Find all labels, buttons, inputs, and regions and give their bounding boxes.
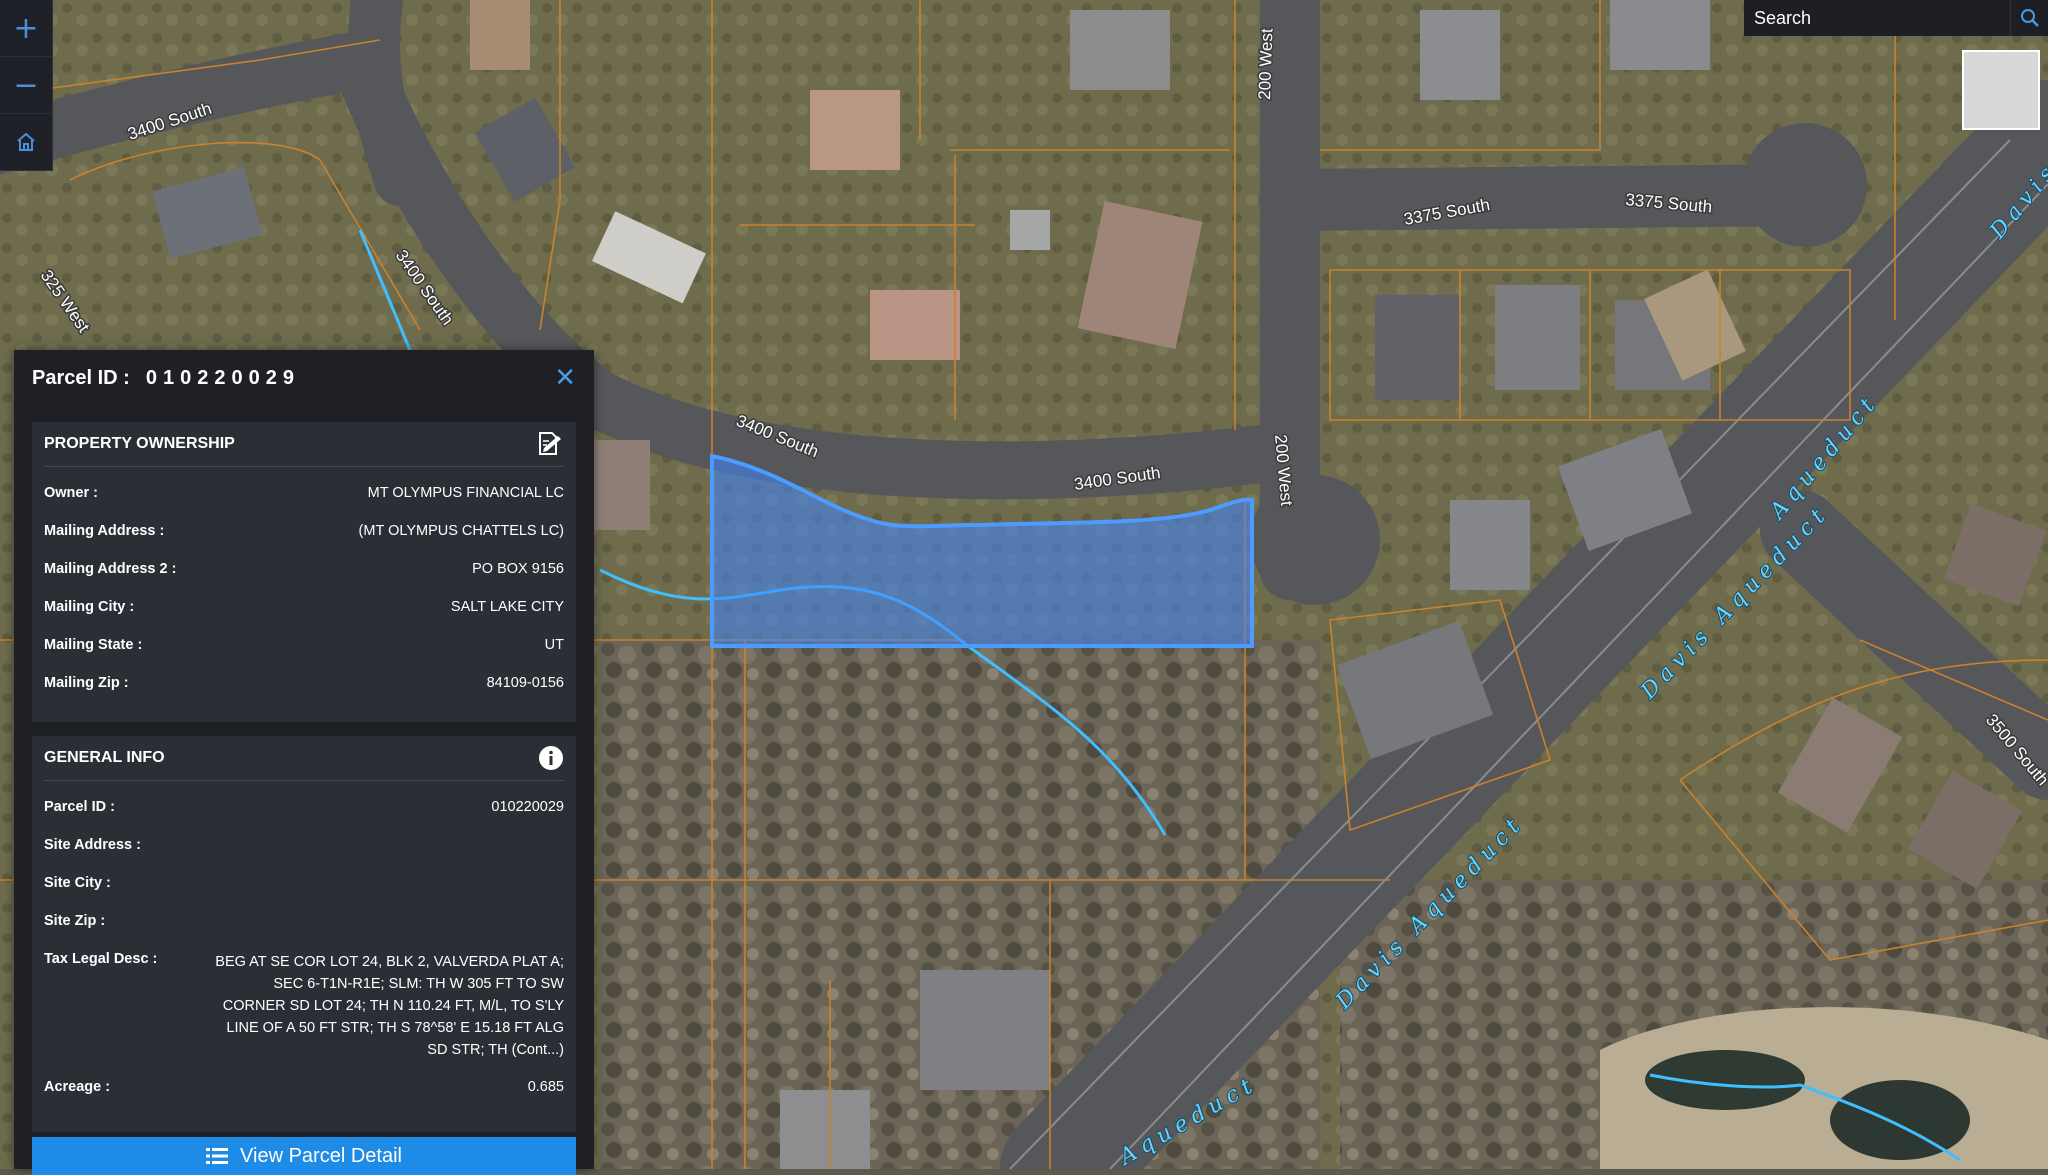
mailing-state-row: Mailing State : UT	[44, 629, 564, 667]
acreage-row: Acreage : 0.685	[44, 1071, 564, 1109]
popup-header: Parcel ID : 010220029 ✕	[14, 350, 594, 406]
mailing-zip-value: 84109-0156	[486, 675, 564, 691]
site-address-label: Site Address :	[44, 837, 141, 853]
owner-row: Owner : MT OLYMPUS FINANCIAL LC	[44, 477, 564, 515]
mailing-zip-row: Mailing Zip : 84109-0156	[44, 667, 564, 705]
parcel-id-value: 010220029	[491, 799, 564, 815]
search-placeholder: Search	[1754, 7, 1812, 28]
view-parcel-detail-button[interactable]: View Parcel Detail	[32, 1137, 576, 1175]
site-address-row: Site Address :	[44, 829, 564, 867]
tax-legal-desc-row: Tax Legal Desc : BEG AT SE COR LOT 24, B…	[44, 943, 564, 1071]
mailing-address-label: Mailing Address :	[44, 523, 165, 539]
owner-label: Owner :	[44, 485, 98, 501]
overview-map-thumbnail[interactable]	[1962, 50, 2040, 130]
popup-title-label: Parcel ID :	[32, 366, 130, 389]
general-heading: GENERAL INFO	[44, 749, 165, 766]
parcel-id-label: Parcel ID :	[44, 799, 115, 815]
mailing-address-2-value: PO BOX 9156	[472, 561, 564, 577]
zoom-out-button[interactable]: −	[0, 57, 52, 114]
acreage-value: 0.685	[527, 1079, 564, 1095]
mailing-address-2-row: Mailing Address 2 : PO BOX 9156	[44, 553, 564, 591]
zoom-in-button[interactable]: +	[0, 0, 52, 57]
site-zip-label: Site Zip :	[44, 913, 106, 929]
owner-value: MT OLYMPUS FINANCIAL LC	[367, 485, 564, 501]
info-icon[interactable]	[538, 745, 564, 771]
search-button[interactable]	[2010, 0, 2048, 36]
mailing-zip-label: Mailing Zip :	[44, 675, 129, 691]
site-city-label: Site City :	[44, 875, 111, 891]
parcel-popup: Parcel ID : 010220029 ✕ PROPERTY OWNERSH…	[14, 350, 594, 1175]
search-input[interactable]: Search	[1744, 0, 2010, 36]
mailing-city-row: Mailing City : SALT LAKE CITY	[44, 591, 564, 629]
parcel-id-row: Parcel ID : 010220029	[44, 791, 564, 829]
mailing-address-row: Mailing Address : (MT OLYMPUS CHATTELS L…	[44, 515, 564, 553]
acreage-label: Acreage :	[44, 1079, 111, 1095]
pond-2	[1830, 1080, 1970, 1160]
search-icon	[2021, 9, 2039, 27]
tax-legal-desc-label: Tax Legal Desc :	[44, 951, 158, 967]
mailing-city-label: Mailing City :	[44, 599, 135, 615]
section-title-general: GENERAL INFO	[44, 736, 564, 781]
mailing-state-label: Mailing State :	[44, 637, 143, 653]
section-title-ownership: PROPERTY OWNERSHIP	[44, 422, 564, 467]
view-parcel-detail-label: View Parcel Detail	[240, 1144, 402, 1167]
property-ownership-section: PROPERTY OWNERSHIP Owner : MT OLYMPUS FI…	[32, 422, 576, 722]
site-zip-row: Site Zip :	[44, 905, 564, 943]
mailing-address-value: (MT OLYMPUS CHATTELS LC)	[358, 523, 564, 539]
general-info-section: GENERAL INFO Parcel ID : 010220029 Site …	[32, 736, 576, 1132]
mailing-address-2-label: Mailing Address 2 :	[44, 561, 177, 577]
home-icon	[17, 132, 35, 151]
tax-legal-desc-value: BEG AT SE COR LOT 24, BLK 2, VALVERDA PL…	[215, 954, 564, 1058]
zoom-controls: + −	[0, 0, 53, 171]
mailing-state-value: UT	[544, 637, 564, 653]
popup-title-parcel-id: 010220029	[145, 366, 300, 389]
edit-document-icon[interactable]	[536, 431, 564, 457]
street-label-200-west-1: 200 West	[1255, 28, 1276, 100]
mailing-city-value: SALT LAKE CITY	[450, 599, 564, 615]
ownership-heading: PROPERTY OWNERSHIP	[44, 435, 235, 452]
home-button[interactable]	[0, 114, 52, 171]
site-city-row: Site City :	[44, 867, 564, 905]
list-icon	[206, 1148, 229, 1164]
close-icon[interactable]: ✕	[554, 365, 576, 391]
